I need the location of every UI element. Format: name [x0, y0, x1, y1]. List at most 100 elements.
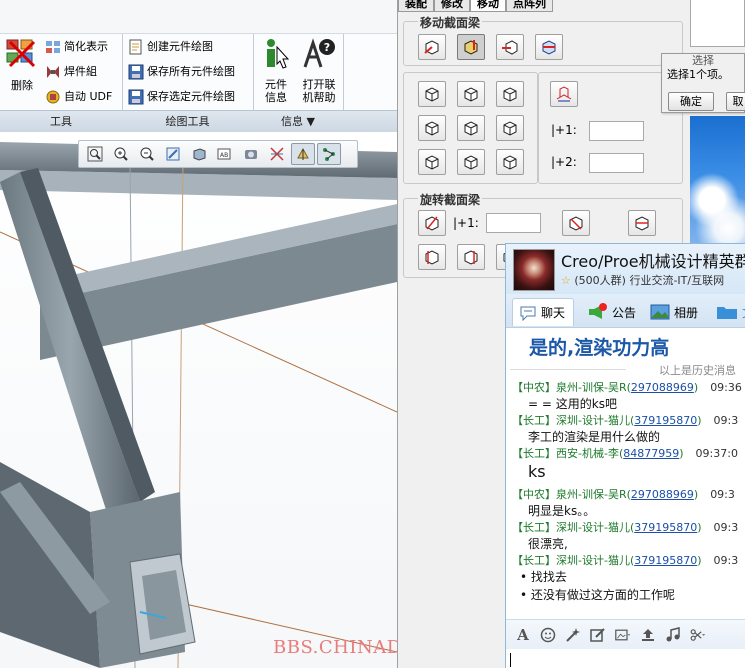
direction-button[interactable] — [418, 149, 446, 175]
save-selected-drawings-label: 保存选定元件绘图 — [147, 90, 235, 103]
svg-text:?: ? — [324, 41, 330, 54]
zoom-fit-icon — [87, 146, 103, 162]
zoom-fit-button[interactable] — [83, 143, 107, 165]
display-style-button[interactable] — [187, 143, 211, 165]
album-icon — [650, 304, 670, 320]
rotate-cube-icon — [464, 250, 478, 265]
saved-views-button[interactable]: AB — [213, 143, 237, 165]
message-sender: 【长工】深圳-设计-猫儿(379195870) 09:3 — [512, 521, 739, 534]
tab-pattern[interactable]: 点阵列 — [506, 0, 553, 12]
upload-icon[interactable] — [640, 627, 656, 643]
image-icon[interactable] — [615, 627, 631, 643]
weld-group-label: 焊件組 — [64, 65, 97, 78]
message-text: ks — [528, 462, 546, 481]
music-icon[interactable] — [665, 626, 681, 643]
rotate-cube-icon — [635, 216, 649, 231]
zoom-in-icon — [114, 147, 128, 161]
zoom-in-button[interactable] — [109, 143, 133, 165]
cube-icon — [425, 87, 439, 102]
direction-button[interactable] — [457, 81, 485, 107]
edit-icon[interactable] — [590, 627, 606, 643]
group-label-tools: 工具 — [0, 110, 122, 132]
offset-select-button[interactable] — [550, 81, 578, 107]
qq-link[interactable]: 379195870 — [634, 414, 697, 427]
message-list[interactable]: 是的,渲染功力高 以上是历史消息 【中农】泉州-训保-吴R(297088969)… — [506, 329, 745, 619]
network-icon — [323, 148, 335, 161]
top-right-panel — [690, 0, 745, 47]
emoji-icon[interactable] — [540, 627, 556, 643]
move-op-button-2[interactable] — [457, 34, 485, 60]
network-button[interactable] — [317, 143, 341, 165]
current-message: 是的,渲染功力高 — [529, 337, 670, 359]
tab-files[interactable]: 文 — [710, 298, 745, 326]
group-avatar[interactable] — [513, 249, 555, 291]
tab-album[interactable]: 相册 — [644, 298, 704, 326]
zoom-out-button[interactable] — [135, 143, 159, 165]
offset2-input[interactable] — [589, 153, 644, 173]
direction-button[interactable] — [496, 115, 524, 141]
qq-link[interactable]: 84877959 — [623, 447, 679, 460]
rotate-offset-input[interactable] — [486, 213, 541, 233]
cube-icon — [425, 121, 439, 136]
move-op-button-1[interactable] — [418, 34, 446, 60]
qq-link[interactable]: 297088969 — [631, 381, 694, 394]
rotate-section-title: 旋转截面梁 — [418, 191, 483, 208]
tab-assembly[interactable]: 装配 — [398, 0, 434, 12]
frame-model-render — [0, 142, 397, 668]
tab-move[interactable]: 移动 — [470, 0, 506, 12]
magic-icon[interactable] — [565, 627, 581, 643]
save-selected-drawings-item[interactable]: 保存选定元件绘图 — [128, 87, 235, 107]
cube-icon — [464, 121, 478, 136]
spin-center-button[interactable] — [265, 143, 289, 165]
direction-button[interactable] — [457, 115, 485, 141]
weld-group-item[interactable]: 焊件組 — [45, 62, 97, 82]
qq-link[interactable]: 379195870 — [634, 521, 697, 534]
direction-button[interactable] — [496, 149, 524, 175]
annotation-display-icon — [297, 147, 309, 160]
online-help-label: 打开联 机帮助 — [302, 78, 336, 104]
component-info-button[interactable]: 元件 信息 — [258, 37, 294, 107]
direction-button[interactable] — [457, 149, 485, 175]
font-icon[interactable]: A — [515, 626, 531, 644]
move-op-button-3[interactable] — [496, 34, 524, 60]
rotate-op-button-5[interactable] — [457, 244, 485, 270]
move-cube-icon — [542, 40, 556, 55]
qq-link[interactable]: 297088969 — [631, 488, 694, 501]
direction-button[interactable] — [418, 115, 446, 141]
create-drawing-item[interactable]: 创建元件绘图 — [128, 37, 213, 57]
save-all-drawings-item[interactable]: 保存所有元件绘图 — [128, 62, 235, 82]
tab-notice[interactable]: 公告 — [580, 298, 642, 326]
group-info: ☆ (500人群) 行业交流-IT/互联网 — [561, 274, 725, 287]
zoom-out-icon — [140, 147, 154, 161]
cancel-button[interactable]: 取 — [726, 92, 745, 111]
message-input[interactable] — [506, 650, 745, 668]
annotation-display-button[interactable] — [291, 143, 315, 165]
svg-text:AB: AB — [220, 152, 228, 159]
direction-button[interactable] — [418, 81, 446, 107]
rotate-op-button-4[interactable] — [418, 244, 446, 270]
rotate-op-button-2[interactable] — [562, 210, 590, 236]
delete-button[interactable]: 删除 — [3, 36, 41, 96]
tab-chat[interactable]: 聊天 — [512, 298, 574, 326]
message-sender: 【中农】泉州-训保-吴R(297088969) 09:36 — [512, 381, 742, 394]
group-label-info[interactable]: 信息 ▼ — [253, 110, 343, 132]
megaphone-icon — [589, 303, 607, 319]
datum-display-button[interactable] — [239, 143, 263, 165]
model-viewport[interactable] — [0, 132, 397, 668]
simplified-rep-item[interactable]: 简化表示 — [45, 37, 108, 57]
online-help-button[interactable]: ? 打开联 机帮助 — [298, 37, 340, 107]
repaint-button[interactable] — [161, 143, 185, 165]
simplified-rep-label: 简化表示 — [64, 40, 108, 53]
rotate-op-button-1[interactable] — [418, 210, 446, 236]
message-text: 明显是ks。。 — [528, 504, 596, 518]
auto-udf-item[interactable]: 自动 UDF — [45, 87, 112, 107]
ok-button[interactable]: 确定 — [668, 92, 714, 111]
scissors-icon[interactable] — [690, 627, 706, 643]
qq-link[interactable]: 379195870 — [634, 554, 697, 567]
datum-display-icon — [245, 150, 257, 159]
direction-button[interactable] — [496, 81, 524, 107]
tab-modify[interactable]: 修改 — [434, 0, 470, 12]
move-op-button-4[interactable] — [535, 34, 563, 60]
offset1-input[interactable] — [589, 121, 644, 141]
rotate-op-button-3[interactable] — [628, 210, 656, 236]
